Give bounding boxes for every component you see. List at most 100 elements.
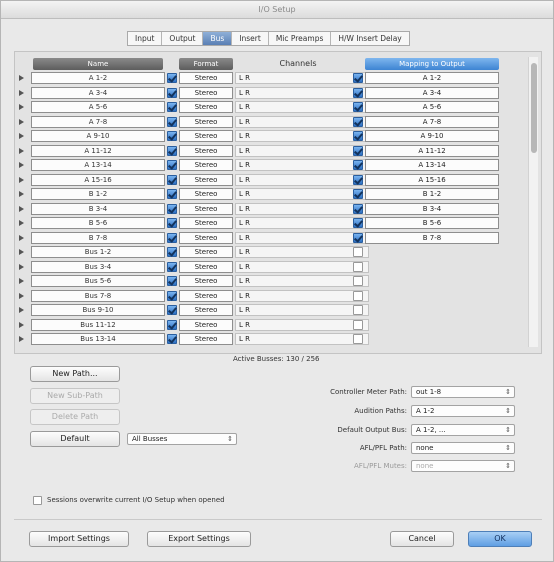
mapping-checkbox[interactable]	[353, 319, 363, 330]
mapping-checkbox[interactable]	[353, 232, 363, 243]
bus-active-checkbox[interactable]	[167, 232, 177, 243]
bus-format-cell[interactable]: Stereo	[179, 217, 233, 229]
bus-active-checkbox[interactable]	[167, 247, 177, 257]
afl-pfl-mutes-select[interactable]: none ⇕	[411, 460, 515, 472]
bus-format-cell[interactable]: Stereo	[179, 231, 233, 244]
mapping-checkbox[interactable]	[353, 334, 363, 344]
mapping-checkbox[interactable]	[353, 102, 363, 112]
bus-name-field[interactable]: B 5-6	[31, 217, 165, 229]
disclosure-triangle-icon[interactable]	[19, 234, 24, 241]
disclosure-triangle-icon[interactable]	[19, 104, 24, 110]
bus-name-field[interactable]: A 15-16	[31, 173, 165, 186]
bus-format-cell[interactable]: Stereo	[179, 115, 233, 128]
mapping-checkbox[interactable]	[353, 305, 363, 315]
scrollbar-thumb[interactable]	[531, 63, 537, 153]
tab-bus[interactable]: Bus	[203, 32, 233, 45]
bus-active-checkbox[interactable]	[167, 131, 177, 141]
bus-format-cell[interactable]: Stereo	[179, 173, 233, 186]
mapping-checkbox[interactable]	[353, 189, 363, 199]
bus-format-cell[interactable]: Stereo	[179, 318, 233, 331]
table-row[interactable]: A 15-16 Stereo L RA 15-16	[17, 173, 523, 187]
bus-format-cell[interactable]: Stereo	[179, 275, 233, 287]
disclosure-triangle-icon[interactable]	[19, 278, 24, 284]
bus-format-cell[interactable]: Stereo	[179, 144, 233, 157]
bus-name-field[interactable]: Bus 5-6	[31, 275, 165, 287]
bus-format-cell[interactable]: Stereo	[179, 188, 233, 200]
bus-format-cell[interactable]: Stereo	[179, 86, 233, 99]
table-row[interactable]: B 7-8 Stereo L RB 7-8	[17, 231, 523, 245]
table-row[interactable]: Bus 13-14 Stereo L R	[17, 333, 523, 346]
mapping-checkbox[interactable]	[353, 145, 363, 156]
bus-active-checkbox[interactable]	[167, 203, 177, 214]
bus-name-field[interactable]: Bus 7-8	[31, 289, 165, 302]
column-header-format[interactable]: Format	[179, 58, 233, 70]
bus-name-field[interactable]: A 1-2	[31, 72, 165, 84]
bus-active-checkbox[interactable]	[167, 276, 177, 286]
table-row[interactable]: B 1-2 Stereo L RB 1-2	[17, 188, 523, 201]
mapping-output-select[interactable]: B 1-2	[365, 188, 499, 200]
table-row[interactable]: Bus 3-4 Stereo L R	[17, 260, 523, 274]
mapping-checkbox[interactable]	[353, 276, 363, 286]
bus-name-field[interactable]: A 7-8	[31, 115, 165, 128]
bus-format-cell[interactable]: Stereo	[179, 260, 233, 273]
tab-input[interactable]: Input	[128, 32, 163, 45]
mapping-checkbox[interactable]	[353, 116, 363, 127]
table-row[interactable]: B 3-4 Stereo L RB 3-4	[17, 202, 523, 216]
table-row[interactable]: A 9-10 Stereo L RA 9-10	[17, 130, 523, 143]
table-row[interactable]: Bus 11-12 Stereo L R	[17, 318, 523, 332]
bus-name-field[interactable]: Bus 3-4	[31, 260, 165, 273]
tab-mic-preamps[interactable]: Mic Preamps	[269, 32, 332, 45]
import-settings-button[interactable]: Import Settings	[29, 531, 129, 547]
table-scrollbar[interactable]	[528, 57, 538, 347]
table-row[interactable]: Bus 1-2 Stereo L R	[17, 246, 523, 259]
mapping-checkbox[interactable]	[353, 261, 363, 272]
mapping-output-select[interactable]: A 7-8	[365, 115, 499, 128]
bus-name-field[interactable]: A 3-4	[31, 86, 165, 99]
bus-format-cell[interactable]: Stereo	[179, 72, 233, 84]
mapping-output-select[interactable]: B 5-6	[365, 217, 499, 229]
mapping-output-select[interactable]: A 15-16	[365, 173, 499, 186]
bus-format-cell[interactable]: Stereo	[179, 101, 233, 113]
bus-active-checkbox[interactable]	[167, 160, 177, 170]
mapping-output-select[interactable]: A 1-2	[365, 72, 499, 84]
table-row[interactable]: A 1-2 Stereo L RA 1-2	[17, 72, 523, 85]
mapping-checkbox[interactable]	[353, 218, 363, 228]
sessions-overwrite-checkbox[interactable]	[33, 496, 42, 505]
mapping-output-select[interactable]: B 3-4	[365, 202, 499, 215]
bus-name-field[interactable]: A 13-14	[31, 159, 165, 171]
disclosure-triangle-icon[interactable]	[19, 205, 24, 212]
disclosure-triangle-icon[interactable]	[19, 89, 24, 96]
tab-output[interactable]: Output	[162, 32, 204, 45]
mapping-checkbox[interactable]	[353, 290, 363, 301]
bus-name-field[interactable]: Bus 11-12	[31, 318, 165, 331]
bus-active-checkbox[interactable]	[167, 305, 177, 315]
disclosure-triangle-icon[interactable]	[19, 75, 24, 81]
export-settings-button[interactable]: Export Settings	[147, 531, 251, 547]
bus-active-checkbox[interactable]	[167, 290, 177, 301]
mapping-checkbox[interactable]	[353, 203, 363, 214]
bus-active-checkbox[interactable]	[167, 218, 177, 228]
default-button[interactable]: Default	[30, 431, 120, 447]
disclosure-triangle-icon[interactable]	[19, 220, 24, 226]
bus-name-field[interactable]: B 7-8	[31, 231, 165, 244]
disclosure-triangle-icon[interactable]	[19, 249, 24, 255]
new-path-button[interactable]: New Path...	[30, 366, 120, 382]
column-header-name[interactable]: Name	[33, 58, 163, 70]
bus-name-field[interactable]: A 11-12	[31, 144, 165, 157]
bus-format-cell[interactable]: Stereo	[179, 304, 233, 316]
mapping-output-select[interactable]: B 7-8	[365, 231, 499, 244]
mapping-output-select[interactable]: A 11-12	[365, 144, 499, 157]
mapping-output-select[interactable]: A 3-4	[365, 86, 499, 99]
new-sub-path-button[interactable]: New Sub-Path	[30, 388, 120, 404]
bus-active-checkbox[interactable]	[167, 319, 177, 330]
disclosure-triangle-icon[interactable]	[19, 292, 24, 299]
bus-format-cell[interactable]: Stereo	[179, 159, 233, 171]
disclosure-triangle-icon[interactable]	[19, 133, 24, 139]
bus-format-cell[interactable]: Stereo	[179, 246, 233, 258]
disclosure-triangle-icon[interactable]	[19, 336, 24, 342]
disclosure-triangle-icon[interactable]	[19, 162, 24, 168]
mapping-checkbox[interactable]	[353, 73, 363, 83]
mapping-output-select[interactable]: A 9-10	[365, 130, 499, 142]
bus-name-field[interactable]: Bus 13-14	[31, 333, 165, 345]
table-row[interactable]: B 5-6 Stereo L RB 5-6	[17, 217, 523, 230]
